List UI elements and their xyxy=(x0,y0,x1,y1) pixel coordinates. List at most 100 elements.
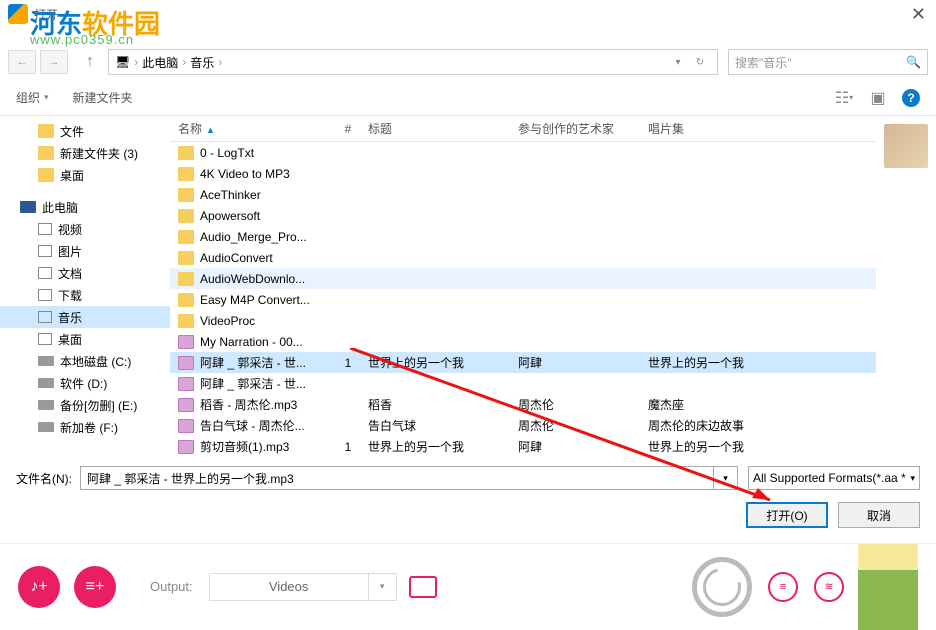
sidebar-item[interactable]: 文档 xyxy=(0,262,170,284)
sidebar-item-label: 本地磁盘 (C:) xyxy=(60,353,131,370)
help-icon[interactable]: ? xyxy=(902,89,920,107)
audio-icon xyxy=(178,419,194,433)
nav-forward-button[interactable]: → xyxy=(40,50,68,74)
output-label: Output: xyxy=(150,579,193,594)
sidebar: 文件新建文件夹 (3)桌面此电脑视频图片文档下载音乐桌面本地磁盘 (C:)软件 … xyxy=(0,116,170,456)
sidebar-item[interactable]: 文件 xyxy=(0,120,170,142)
sidebar-item[interactable]: 音乐 xyxy=(0,306,170,328)
file-artist: 阿肆 xyxy=(518,438,648,455)
preview-pane-icon[interactable]: ▣ xyxy=(868,89,888,107)
file-row[interactable]: 4K Video to MP3 xyxy=(170,163,876,184)
output-dropdown-icon[interactable]: ▾ xyxy=(369,573,397,601)
search-icon[interactable]: 🔍 xyxy=(906,55,921,69)
col-album[interactable]: 唱片集 xyxy=(648,120,876,137)
search-input[interactable]: 搜索"音乐" 🔍 xyxy=(728,49,928,75)
audio-icon xyxy=(178,377,194,391)
refresh-icon[interactable]: ↻ xyxy=(689,50,711,74)
audio-icon xyxy=(178,356,194,370)
sidebar-item-label: 音乐 xyxy=(58,309,82,326)
watermark-url: www.pc0359.cn xyxy=(30,32,134,47)
audio-icon xyxy=(178,398,194,412)
pc-icon: 🖥 xyxy=(115,55,130,69)
file-title: 世界上的另一个我 xyxy=(368,438,518,455)
file-row[interactable]: Easy M4P Convert... xyxy=(170,289,876,310)
sidebar-item[interactable]: 新建文件夹 (3) xyxy=(0,142,170,164)
file-row[interactable]: 告白气球 - 周杰伦...告白气球周杰伦周杰伦的床边故事 xyxy=(170,415,876,436)
nav-back-button[interactable]: ← xyxy=(8,50,36,74)
file-name: 剪切音频(1).mp3 xyxy=(200,438,289,455)
sidebar-item[interactable]: 此电脑 xyxy=(0,196,170,218)
sidebar-item-label: 下载 xyxy=(58,287,82,304)
sidebar-item-label: 软件 (D:) xyxy=(60,375,107,392)
file-row[interactable]: Apowersoft xyxy=(170,205,876,226)
file-row[interactable]: 剪切音频(1).mp31世界上的另一个我阿肆世界上的另一个我 xyxy=(170,436,876,456)
file-row[interactable]: AceThinker xyxy=(170,184,876,205)
file-name: 阿肆 _ 郭采洁 - 世... xyxy=(200,375,306,392)
filename-label: 文件名(N): xyxy=(16,470,72,487)
sidebar-item[interactable]: 下载 xyxy=(0,284,170,306)
sidebar-item-label: 此电脑 xyxy=(42,199,78,216)
preview-pane xyxy=(876,116,936,456)
sidebar-item-label: 图片 xyxy=(58,243,82,260)
drive-icon xyxy=(38,378,54,388)
add-music-button[interactable]: ♪+ xyxy=(18,566,60,608)
breadcrumb-pc[interactable]: 此电脑 xyxy=(142,54,178,71)
file-row[interactable]: My Narration - 00... xyxy=(170,331,876,352)
sidebar-item[interactable]: 新加卷 (F:) xyxy=(0,416,170,438)
sidebar-item[interactable]: 桌面 xyxy=(0,328,170,350)
col-num[interactable]: # xyxy=(328,122,368,136)
breadcrumb-folder[interactable]: 音乐 xyxy=(190,54,214,71)
cancel-button[interactable]: 取消 xyxy=(838,502,920,528)
action-ring-2[interactable]: ≋ xyxy=(814,572,844,602)
convert-button[interactable] xyxy=(692,557,752,617)
nav-up-button[interactable]: ↑ xyxy=(78,50,102,74)
sidebar-item-label: 桌面 xyxy=(58,331,82,348)
file-row[interactable]: VideoProc xyxy=(170,310,876,331)
sidebar-item[interactable]: 桌面 xyxy=(0,164,170,186)
output-select[interactable]: Videos xyxy=(209,573,369,601)
file-row[interactable]: Audio_Merge_Pro... xyxy=(170,226,876,247)
file-row[interactable]: 稻香 - 周杰伦.mp3稻香周杰伦魔杰座 xyxy=(170,394,876,415)
filename-dropdown-icon[interactable]: ▾ xyxy=(714,466,738,490)
file-row[interactable]: 0 - LogTxt xyxy=(170,142,876,163)
col-name[interactable]: 名称▲ xyxy=(178,120,328,137)
file-row[interactable]: AudioConvert xyxy=(170,247,876,268)
output-folder-icon[interactable] xyxy=(409,576,437,598)
file-name: My Narration - 00... xyxy=(200,335,303,349)
sidebar-item-label: 视频 xyxy=(58,221,82,238)
sidebar-item[interactable]: 图片 xyxy=(0,240,170,262)
filename-input[interactable] xyxy=(80,466,714,490)
file-artist: 周杰伦 xyxy=(518,417,648,434)
file-name: 阿肆 _ 郭采洁 - 世... xyxy=(200,354,306,371)
file-name: 告白气球 - 周杰伦... xyxy=(200,417,305,434)
app-logo-icon xyxy=(8,4,28,24)
file-name: Audio_Merge_Pro... xyxy=(200,230,307,244)
folder-icon xyxy=(38,124,54,138)
open-button[interactable]: 打开(O) xyxy=(746,502,828,528)
sidebar-item[interactable]: 本地磁盘 (C:) xyxy=(0,350,170,372)
folder-icon xyxy=(178,272,194,286)
close-icon[interactable]: ✕ xyxy=(911,4,926,25)
col-artist[interactable]: 参与创作的艺术家 xyxy=(518,120,648,137)
folder-icon xyxy=(38,146,54,160)
preview-thumbnail xyxy=(884,124,928,168)
col-title[interactable]: 标题 xyxy=(368,120,518,137)
view-mode-icon[interactable]: ☷ ▾ xyxy=(834,89,854,107)
new-folder-button[interactable]: 新建文件夹 xyxy=(73,89,133,106)
format-select[interactable]: All Supported Formats(*.aa *▾ xyxy=(748,466,920,490)
action-ring-1[interactable]: ≡ xyxy=(768,572,798,602)
folder-icon xyxy=(178,230,194,244)
sidebar-item[interactable]: 软件 (D:) xyxy=(0,372,170,394)
organize-button[interactable]: 组织▾ xyxy=(16,89,49,106)
file-row[interactable]: 阿肆 _ 郭采洁 - 世... xyxy=(170,373,876,394)
add-list-button[interactable]: ≡+ xyxy=(74,566,116,608)
sidebar-item[interactable]: 视频 xyxy=(0,218,170,240)
folder-icon xyxy=(178,188,194,202)
breadcrumb-dropdown-icon[interactable]: ▾ xyxy=(667,50,689,74)
sidebar-item[interactable]: 备份[勿删] (E:) xyxy=(0,394,170,416)
file-row[interactable]: AudioWebDownlo... xyxy=(170,268,876,289)
media-icon xyxy=(38,267,52,279)
breadcrumb[interactable]: 🖥 › 此电脑 › 音乐 › ▾ ↻ xyxy=(108,49,718,75)
file-row[interactable]: 阿肆 _ 郭采洁 - 世...1世界上的另一个我阿肆世界上的另一个我 xyxy=(170,352,876,373)
file-name: 0 - LogTxt xyxy=(200,146,254,160)
